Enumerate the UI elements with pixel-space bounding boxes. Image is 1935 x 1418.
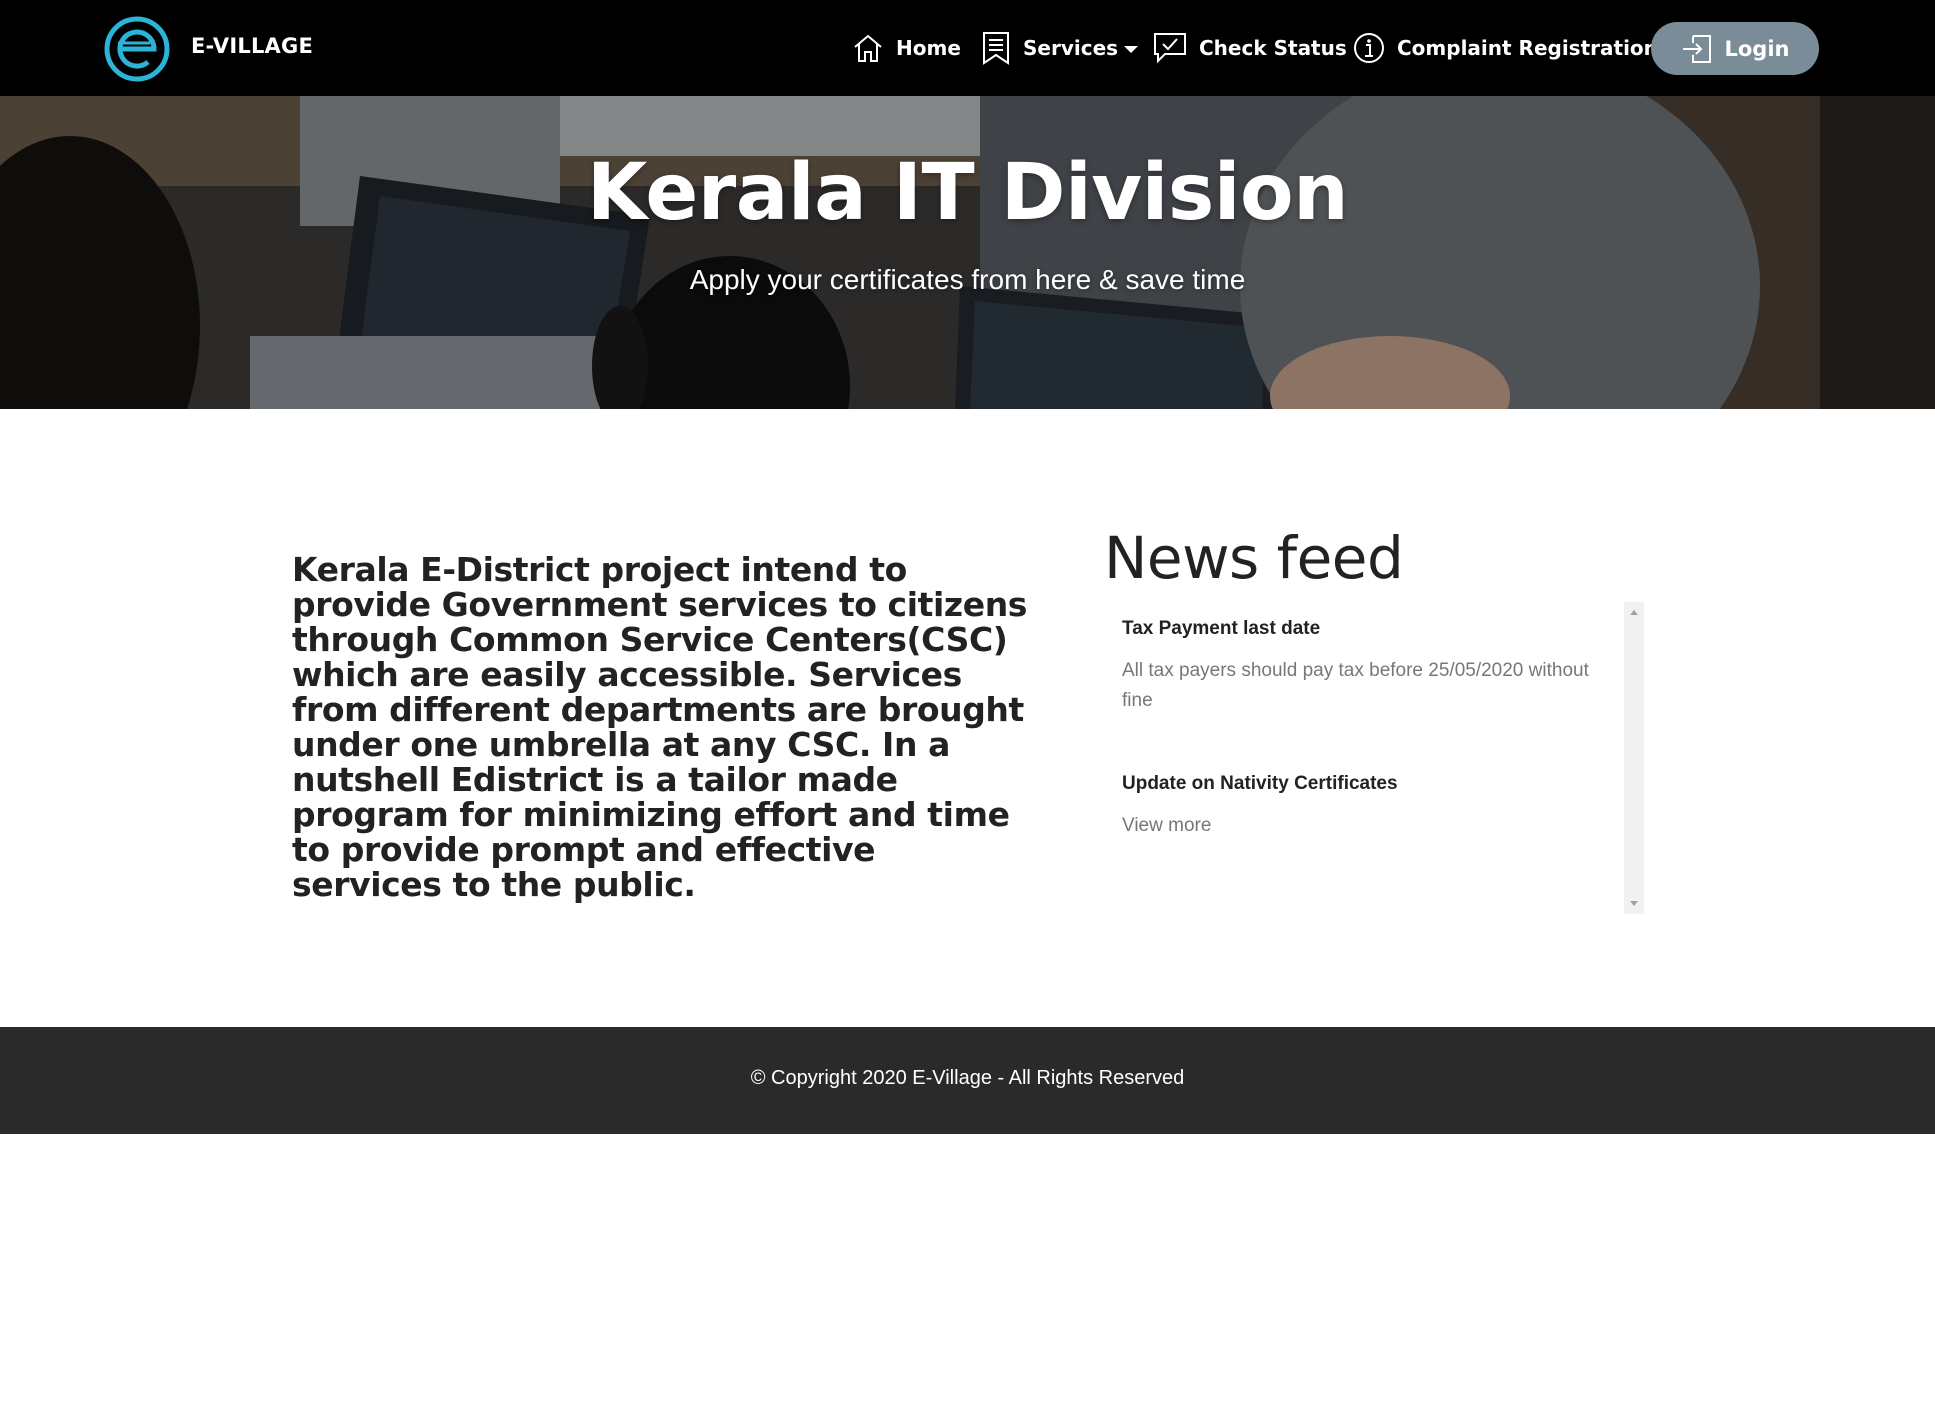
- news-item: Update on Nativity Certificates View mor…: [1122, 773, 1602, 841]
- news-feed-list[interactable]: Tax Payment last date All tax payers sho…: [1104, 602, 1644, 914]
- news-item-body: All tax payers should pay tax before 25/…: [1122, 660, 1589, 711]
- copyright-text: © Copyright 2020 E-Village - All Rights …: [750, 1067, 1185, 1089]
- login-label: Login: [1724, 36, 1790, 61]
- news-scrollbar[interactable]: [1624, 602, 1644, 914]
- chevron-down-icon: [1124, 45, 1139, 53]
- login-button[interactable]: Login: [1651, 22, 1819, 75]
- home-icon: [854, 34, 882, 62]
- page-footer: © Copyright 2020 E-Village - All Rights …: [0, 1027, 1935, 1134]
- hero-banner: Kerala IT Division Apply your certificat…: [0, 96, 1935, 409]
- about-description: Kerala E-District project intend to prov…: [292, 550, 1028, 904]
- nav-services-label: Services: [1023, 36, 1119, 60]
- scroll-down-arrow-icon[interactable]: [1630, 901, 1638, 906]
- brand-name[interactable]: E-VILLAGE: [191, 34, 313, 58]
- nav-complaint-registration[interactable]: Complaint Registration: [1353, 30, 1658, 66]
- nav-home[interactable]: Home: [852, 30, 961, 66]
- nav-check-status[interactable]: Check Status: [1153, 30, 1347, 66]
- hero-subtitle: Apply your certificates from here & save…: [689, 264, 1246, 295]
- e-logo-icon[interactable]: [104, 16, 170, 82]
- hero-overlay: [0, 96, 1935, 409]
- news-item-title: Update on Nativity Certificates: [1122, 773, 1398, 794]
- news-item-title: Tax Payment last date: [1122, 618, 1321, 639]
- nav-check-status-label: Check Status: [1199, 36, 1347, 60]
- top-navbar: E-VILLAGE Home Services Check Status Com…: [0, 0, 1935, 96]
- info-icon: [1354, 33, 1384, 63]
- nav-services[interactable]: Services: [981, 30, 1139, 66]
- nav-complaint-label: Complaint Registration: [1397, 36, 1658, 60]
- scroll-up-arrow-icon[interactable]: [1630, 610, 1638, 615]
- login-icon: [1682, 34, 1711, 63]
- hero-title: Kerala IT Division: [586, 148, 1349, 238]
- view-more-link[interactable]: View more: [1122, 811, 1602, 841]
- news-feed-title: News feed: [1104, 524, 1404, 592]
- services-icon: [983, 32, 1009, 65]
- check-status-icon: [1154, 33, 1186, 64]
- nav-home-label: Home: [896, 36, 961, 60]
- news-item: Tax Payment last date All tax payers sho…: [1122, 618, 1602, 716]
